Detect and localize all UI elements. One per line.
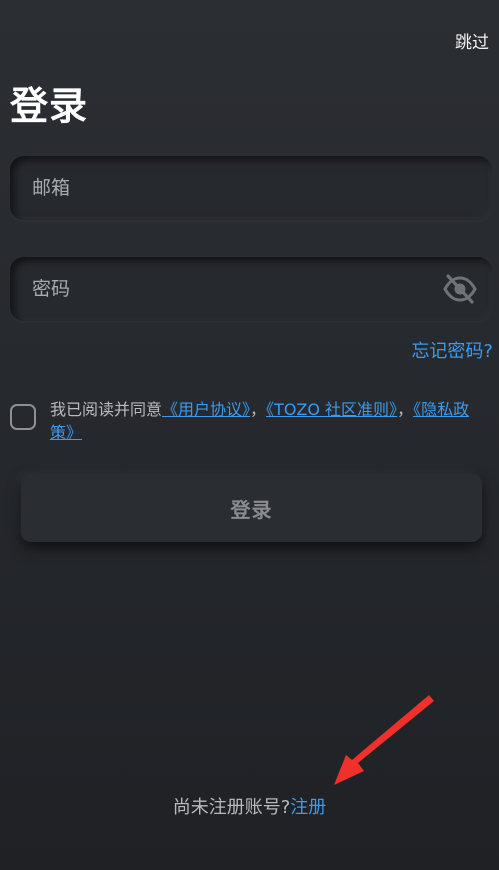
skip-button[interactable]: 跳过 xyxy=(455,28,489,53)
user-agreement-link[interactable]: 《用户协议》 xyxy=(162,400,250,419)
login-button[interactable]: 登录 xyxy=(21,474,482,542)
forgot-password-link[interactable]: 忘记密码? xyxy=(411,337,493,363)
agreement-checkbox[interactable] xyxy=(10,404,36,430)
page-title: 登录 xyxy=(10,84,89,128)
password-field[interactable] xyxy=(10,257,492,321)
register-prompt: 尚未注册账号?注册 xyxy=(0,793,499,819)
password-input[interactable] xyxy=(32,257,432,321)
no-account-text: 尚未注册账号? xyxy=(172,797,291,818)
community-rules-link[interactable]: 《TOZO 社区准则》 xyxy=(266,400,397,419)
email-field[interactable] xyxy=(10,156,492,220)
annotation-arrow-icon xyxy=(334,695,434,785)
agreement-text: 我已阅读并同意《用户协议》，《TOZO 社区准则》，《隐私政策》 xyxy=(50,398,490,444)
agreement-separator: ， xyxy=(250,400,267,419)
agreement-separator: ， xyxy=(397,400,414,419)
agreement-prefix: 我已阅读并同意 xyxy=(50,400,163,419)
register-link[interactable]: 注册 xyxy=(290,797,326,818)
email-input[interactable] xyxy=(32,156,432,220)
eye-off-icon[interactable] xyxy=(442,271,478,307)
